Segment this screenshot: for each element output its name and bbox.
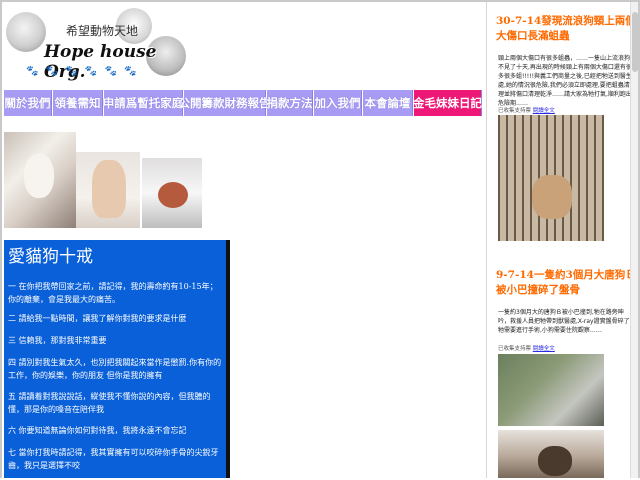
commandment-item: 六 你要知道無論你如何對待我，我將永遠不會忘記 <box>8 426 187 435</box>
nav-forum[interactable]: 本會論壇 <box>363 90 413 116</box>
nav-about-us[interactable]: 關於我們 <box>4 90 52 116</box>
post-title[interactable]: 9-7-14一隻約3個月大唐狗Ｂ被小巴撞碎了盤骨 <box>496 268 638 298</box>
commandment-item: 七 當你打我時請記得，我其實擁有可以咬碎你手骨的尖銳牙齒，我只是選擇不咬 <box>8 448 219 470</box>
post-meta: 已收集支持票 閱讀全文 <box>498 344 555 352</box>
post-image[interactable] <box>498 430 604 478</box>
post-excerpt: 頸上兩個大傷口有很多蛆蟲，……一隻山上流浪狗不見了十天,再出現的時候頸上有兩個大… <box>498 55 632 107</box>
dog-photo[interactable] <box>76 152 140 228</box>
post-meta-prefix: 已收集支持票 <box>498 108 533 114</box>
nav-foster-family[interactable]: 申請爲暫托家庭 <box>103 90 183 116</box>
dog-photo[interactable] <box>4 132 76 228</box>
scrollbar-thumb[interactable] <box>632 12 638 72</box>
site-logo[interactable]: 希望動物天地 Hope house Org. 🐾 🐾 🐾 🐾 🐾 🐾 <box>6 8 186 82</box>
post-excerpt: 一隻約3個月大的唐狗Ｂ被小巴撞到,牠在路旁呻吟，救援人員把牠帶到獸醫處,X-ra… <box>498 309 632 334</box>
nav-join-us[interactable]: 加入我們 <box>314 90 362 116</box>
dog-photo[interactable] <box>142 158 202 228</box>
post-meta-prefix: 已收集支持票 <box>498 346 533 352</box>
ten-commandments-title: 愛貓狗十戒 <box>8 247 93 267</box>
sidebar-scrollbar[interactable] <box>630 2 638 478</box>
page-frame: 希望動物天地 Hope house Org. 🐾 🐾 🐾 🐾 🐾 🐾 關於我們 … <box>0 0 640 478</box>
read-more-link[interactable]: 閱讀全文 <box>533 108 555 114</box>
post-image[interactable] <box>498 354 604 426</box>
nav-adoption-guide[interactable]: 領養需知 <box>53 90 103 116</box>
commandment-item: 五 請讀着對我說說話，縱使我不懂你說的內容，但我聽的懂，那是你的嗓音在陪伴我 <box>8 392 211 414</box>
post-image[interactable] <box>498 115 604 241</box>
nav-finance-report[interactable]: 公開籌款財務報告 <box>179 90 271 116</box>
main-nav: 關於我們 領養需知 申請爲暫托家庭 公開籌款財務報告 捐款方法 加入我們 本會論… <box>4 90 482 116</box>
nav-golden-sister-diary[interactable]: 金毛妹妹日記 <box>413 90 482 116</box>
commandment-item: 一 在你把我帶回家之前，請記得，我的壽命約有10-15年；你的離棄，會是我最大的… <box>8 282 218 304</box>
paw-prints-icon: 🐾 🐾 🐾 🐾 🐾 🐾 <box>26 66 139 77</box>
logo-subtitle: 希望動物天地 <box>66 24 139 38</box>
post-title[interactable]: 30-7-14發現流浪狗頸上兩個大傷口長滿蛆蟲 <box>496 14 638 44</box>
commandment-item: 二 請給我一點時間，讓我了解你對我的要求是什麼 <box>8 314 187 323</box>
ten-commandments-box: 愛貓狗十戒 一 在你把我帶回家之前，請記得，我的壽命約有10-15年；你的離棄，… <box>4 240 230 478</box>
commandment-item: 三 信賴我，那對我非常重要 <box>8 336 107 345</box>
read-more-link[interactable]: 閱讀全文 <box>533 346 555 352</box>
post-meta: 已收集支持票 閱讀全文 <box>498 106 555 114</box>
nav-donation-methods[interactable]: 捐款方法 <box>267 90 313 116</box>
commandment-item: 四 請別對我生氣太久，也別把我關起來當作是懲罰.你有你的工作，你的娛樂，你的朋友… <box>8 358 222 380</box>
logo-dog-photo <box>6 12 46 52</box>
